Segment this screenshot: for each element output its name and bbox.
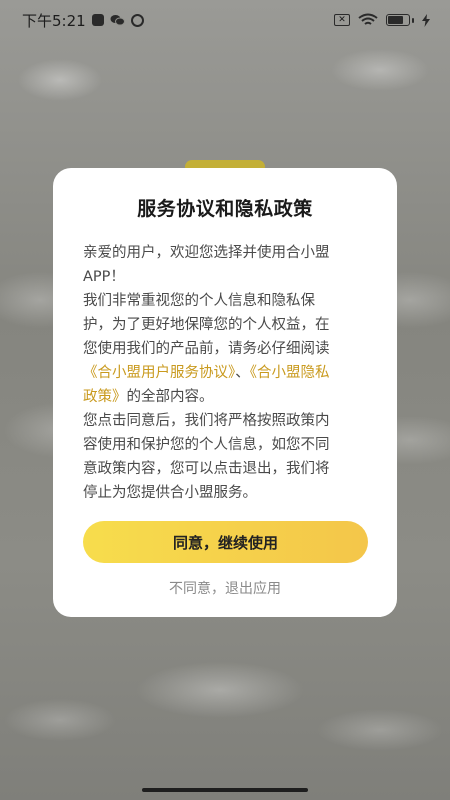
battery-icon: [386, 14, 414, 26]
wifi-icon: [358, 13, 378, 25]
body-line: 停止为您提供合小盟服务。: [83, 485, 257, 501]
body-line: APP！: [83, 269, 125, 285]
battery-level: [388, 16, 403, 24]
body-line: 护，为了更好地保障您的个人权益，在: [83, 317, 330, 333]
body-line: 容使用和保护您的个人信息，如您不同: [83, 437, 330, 453]
body-line-links: 《合小盟用户服务协议》、《合小盟隐私: [83, 361, 383, 385]
dialog-title: 服务协议和隐私政策: [137, 198, 313, 220]
status-left: 下午5:21: [22, 10, 144, 31]
dialog-body: 亲爱的用户，欢迎您选择并使用合小盟 APP！ 我们非常重视您的个人信息和隐私保 …: [83, 241, 383, 505]
wechat-icon: [110, 15, 125, 26]
battery-tip: [412, 17, 414, 23]
privacy-policy-link[interactable]: 《合小盟隐私: [250, 365, 330, 381]
camera-icon: [130, 13, 144, 27]
notification-square-icon: [91, 14, 104, 26]
privacy-policy-link-cont[interactable]: 政策》: [83, 389, 127, 405]
body-line: 您使用我们的产品前，请务必仔细阅读: [83, 341, 330, 357]
battery-body: [386, 14, 410, 26]
clock: 下午5:21: [22, 11, 86, 30]
status-bar: 下午5:21 ✕: [0, 0, 450, 40]
charging-icon: [422, 13, 430, 27]
body-line: 政策》的全部内容。: [83, 385, 383, 409]
body-line: 我们非常重视您的个人信息和隐私保: [83, 293, 315, 309]
body-text: 的全部内容。: [126, 389, 214, 405]
body-line: 意政策内容，您可以点击退出，我们将: [83, 461, 330, 477]
link-separator: 、: [235, 365, 250, 381]
body-line: 您点击同意后，我们将严格按照政策内: [83, 413, 330, 429]
body-line: 亲爱的用户，欢迎您选择并使用合小盟: [83, 245, 330, 261]
agree-button[interactable]: 同意，继续使用: [83, 521, 368, 563]
privacy-dialog: 服务协议和隐私政策 亲爱的用户，欢迎您选择并使用合小盟 APP！ 我们非常重视您…: [53, 168, 397, 617]
status-right: ✕: [334, 13, 430, 27]
sim-off-icon: ✕: [334, 14, 350, 26]
home-indicator[interactable]: [142, 788, 308, 792]
user-agreement-link[interactable]: 《合小盟用户服务协议》: [83, 365, 235, 381]
decline-button[interactable]: 不同意，退出应用: [53, 578, 397, 598]
